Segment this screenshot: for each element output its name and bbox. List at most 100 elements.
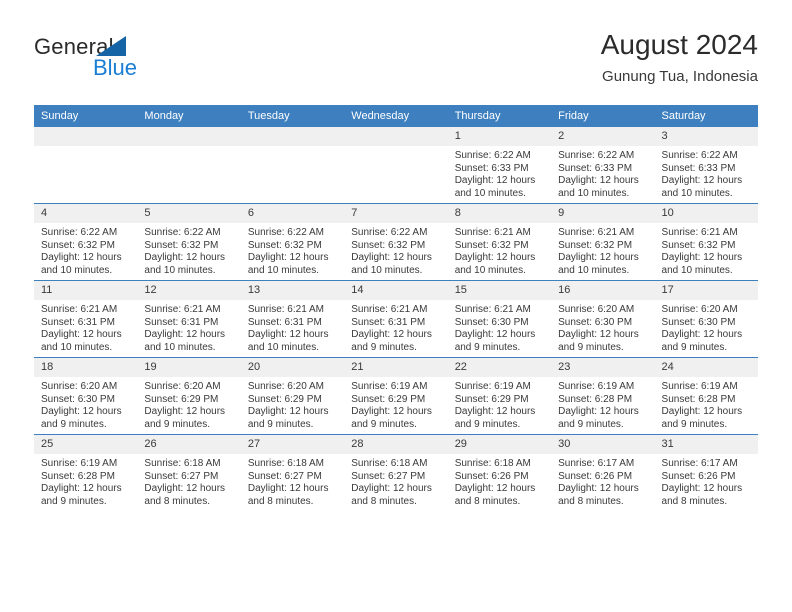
sunrise-text: Sunrise: 6:19 AM bbox=[41, 458, 118, 469]
calendar-grid: Sunday Monday Tuesday Wednesday Thursday Frid… bbox=[34, 105, 758, 511]
general-blue-logo[interactable]: General Blue bbox=[34, 34, 234, 90]
sunrise-text: Sunrise: 6:19 AM bbox=[661, 381, 738, 392]
daylight-text: Daylight: 12 hours and 10 minutes. bbox=[661, 252, 743, 276]
sunset-text: Sunset: 6:29 PM bbox=[454, 393, 529, 405]
weekday-header-thursday: Thursday bbox=[447, 105, 552, 127]
daylight-text: Daylight: 12 hours and 8 minutes. bbox=[661, 483, 743, 507]
sunrise-text: Sunrise: 6:22 AM bbox=[351, 227, 428, 238]
sunset-text: Sunset: 6:32 PM bbox=[144, 239, 219, 251]
daylight-text: Daylight: 12 hours and 9 minutes. bbox=[454, 406, 536, 430]
sunrise-text: Sunrise: 6:20 AM bbox=[558, 304, 635, 315]
sunset-text: Sunset: 6:33 PM bbox=[661, 162, 736, 174]
day-number: 17 bbox=[654, 281, 758, 300]
calendar-week-row: 11 Sunrise: 6:21 AM Sunset: 6:31 PM Dayligh… bbox=[34, 280, 758, 358]
day-details: Sunrise: 6:21 AM Sunset: 6:32 PM Daylight:… bbox=[655, 223, 758, 277]
calendar-day-cell[interactable]: 2 Sunrise: 6:22 AM Sunset: 6:33 PM Daylight… bbox=[551, 127, 655, 204]
calendar-day-cell[interactable]: 20 Sunrise: 6:20 AM Sunset: 6:29 PM Dayligh… bbox=[240, 357, 345, 435]
day-number: 2 bbox=[551, 127, 655, 146]
day-details: Sunrise: 6:20 AM Sunset: 6:30 PM Daylight:… bbox=[34, 377, 137, 431]
calendar-day-cell[interactable]: 29 Sunrise: 6:18 AM Sunset: 6:26 PM Dayligh… bbox=[447, 434, 552, 511]
sunrise-text: Sunrise: 6:22 AM bbox=[661, 150, 738, 161]
day-details: Sunrise: 6:19 AM Sunset: 6:28 PM Daylight:… bbox=[34, 454, 137, 508]
calendar-day-cell[interactable]: 17 Sunrise: 6:20 AM Sunset: 6:30 PM Dayligh… bbox=[654, 280, 758, 358]
day-number: 19 bbox=[137, 358, 241, 377]
sunrise-text: Sunrise: 6:21 AM bbox=[247, 304, 324, 315]
day-number: 21 bbox=[344, 358, 448, 377]
calendar-day-cell[interactable]: 9 Sunrise: 6:21 AM Sunset: 6:32 PM Daylight… bbox=[551, 203, 655, 281]
sunrise-text: Sunrise: 6:18 AM bbox=[247, 458, 324, 469]
calendar-day-cell[interactable]: 30 Sunrise: 6:17 AM Sunset: 6:26 PM Dayligh… bbox=[551, 434, 655, 511]
day-number: 7 bbox=[344, 204, 448, 223]
sunset-text: Sunset: 6:31 PM bbox=[351, 316, 426, 328]
sunrise-text: Sunrise: 6:18 AM bbox=[351, 458, 428, 469]
sunset-text: Sunset: 6:28 PM bbox=[661, 393, 736, 405]
calendar-day-cell[interactable]: 27 Sunrise: 6:18 AM Sunset: 6:27 PM Dayligh… bbox=[240, 434, 345, 511]
day-details: Sunrise: 6:22 AM Sunset: 6:33 PM Daylight:… bbox=[551, 146, 654, 200]
calendar-day-cell[interactable]: 6 Sunrise: 6:22 AM Sunset: 6:32 PM Daylight… bbox=[240, 203, 345, 281]
calendar-week-row: 18 Sunrise: 6:20 AM Sunset: 6:30 PM Dayligh… bbox=[34, 357, 758, 435]
weekday-header-row: Sunday Monday Tuesday Wednesday Thursday Frid… bbox=[34, 105, 758, 127]
calendar-day-cell[interactable]: 16 Sunrise: 6:20 AM Sunset: 6:30 PM Dayligh… bbox=[551, 280, 655, 358]
day-details: Sunrise: 6:21 AM Sunset: 6:32 PM Daylight:… bbox=[551, 223, 654, 277]
sunrise-text: Sunrise: 6:21 AM bbox=[454, 304, 531, 315]
day-number: 16 bbox=[551, 281, 655, 300]
calendar-day-cell[interactable]: 3 Sunrise: 6:22 AM Sunset: 6:33 PM Daylight… bbox=[654, 127, 758, 204]
calendar-day-cell[interactable]: 26 Sunrise: 6:18 AM Sunset: 6:27 PM Dayligh… bbox=[137, 434, 241, 511]
calendar-day-cell[interactable]: 25 Sunrise: 6:19 AM Sunset: 6:28 PM Dayligh… bbox=[34, 434, 138, 511]
day-details: Sunrise: 6:22 AM Sunset: 6:32 PM Daylight:… bbox=[241, 223, 344, 277]
calendar-week-row: 4 Sunrise: 6:22 AM Sunset: 6:32 PM Daylight… bbox=[34, 203, 758, 281]
calendar-day-cell[interactable]: 24 Sunrise: 6:19 AM Sunset: 6:28 PM Dayligh… bbox=[654, 357, 758, 435]
calendar-day-cell[interactable]: 28 Sunrise: 6:18 AM Sunset: 6:27 PM Dayligh… bbox=[344, 434, 448, 511]
daylight-text: Daylight: 12 hours and 8 minutes. bbox=[454, 483, 536, 507]
page-title: August 2024 bbox=[600, 29, 758, 60]
calendar-week-row: 1 Sunrise: 6:22 AM Sunset: 6:33 PM Daylight… bbox=[34, 127, 758, 204]
sunrise-text: Sunrise: 6:21 AM bbox=[661, 227, 738, 238]
day-number: 26 bbox=[137, 435, 241, 454]
day-number: 1 bbox=[447, 127, 552, 146]
calendar-day-cell[interactable]: 19 Sunrise: 6:20 AM Sunset: 6:29 PM Dayligh… bbox=[137, 357, 241, 435]
daylight-text: Daylight: 12 hours and 9 minutes. bbox=[144, 406, 226, 430]
sunrise-text: Sunrise: 6:22 AM bbox=[558, 150, 635, 161]
calendar-day-cell[interactable]: 15 Sunrise: 6:21 AM Sunset: 6:30 PM Dayligh… bbox=[447, 280, 552, 358]
day-number: 30 bbox=[551, 435, 655, 454]
day-details: Sunrise: 6:20 AM Sunset: 6:30 PM Daylight:… bbox=[551, 300, 654, 354]
day-details: Sunrise: 6:17 AM Sunset: 6:26 PM Daylight:… bbox=[655, 454, 758, 508]
sunrise-text: Sunrise: 6:20 AM bbox=[247, 381, 324, 392]
sunset-text: Sunset: 6:30 PM bbox=[661, 316, 736, 328]
day-details: Sunrise: 6:19 AM Sunset: 6:28 PM Daylight:… bbox=[655, 377, 758, 431]
day-details: Sunrise: 6:20 AM Sunset: 6:29 PM Daylight:… bbox=[241, 377, 344, 431]
day-number: 14 bbox=[344, 281, 448, 300]
day-number: 23 bbox=[551, 358, 655, 377]
calendar-day-cell[interactable]: 8 Sunrise: 6:21 AM Sunset: 6:32 PM Daylight… bbox=[447, 203, 552, 281]
day-details: Sunrise: 6:18 AM Sunset: 6:26 PM Daylight:… bbox=[448, 454, 551, 508]
day-number: 31 bbox=[654, 435, 758, 454]
calendar-day-cell[interactable]: 12 Sunrise: 6:21 AM Sunset: 6:31 PM Dayligh… bbox=[137, 280, 241, 358]
sunrise-text: Sunrise: 6:20 AM bbox=[41, 381, 118, 392]
daylight-text: Daylight: 12 hours and 9 minutes. bbox=[247, 406, 329, 430]
calendar-day-cell[interactable]: 13 Sunrise: 6:21 AM Sunset: 6:31 PM Dayligh… bbox=[240, 280, 345, 358]
sunset-text: Sunset: 6:28 PM bbox=[558, 393, 633, 405]
calendar-day-cell[interactable]: 1 Sunrise: 6:22 AM Sunset: 6:33 PM Daylight… bbox=[447, 127, 552, 204]
calendar-day-cell[interactable]: 4 Sunrise: 6:22 AM Sunset: 6:32 PM Daylight… bbox=[34, 203, 138, 281]
day-number: 15 bbox=[447, 281, 552, 300]
calendar-day-cell[interactable]: 18 Sunrise: 6:20 AM Sunset: 6:30 PM Dayligh… bbox=[34, 357, 138, 435]
sunset-text: Sunset: 6:32 PM bbox=[661, 239, 736, 251]
day-number: 4 bbox=[34, 204, 138, 223]
day-details: Sunrise: 6:19 AM Sunset: 6:28 PM Daylight:… bbox=[551, 377, 654, 431]
day-number: 6 bbox=[240, 204, 345, 223]
calendar-day-cell[interactable]: 14 Sunrise: 6:21 AM Sunset: 6:31 PM Dayligh… bbox=[344, 280, 448, 358]
calendar-day-cell[interactable]: 11 Sunrise: 6:21 AM Sunset: 6:31 PM Dayligh… bbox=[34, 280, 138, 358]
calendar-day-cell[interactable]: 21 Sunrise: 6:19 AM Sunset: 6:29 PM Dayligh… bbox=[344, 357, 448, 435]
calendar-day-cell[interactable]: 10 Sunrise: 6:21 AM Sunset: 6:32 PM Dayligh… bbox=[654, 203, 758, 281]
calendar-day-cell[interactable]: 31 Sunrise: 6:17 AM Sunset: 6:26 PM Dayligh… bbox=[654, 434, 758, 511]
calendar-day-cell[interactable]: 22 Sunrise: 6:19 AM Sunset: 6:29 PM Dayligh… bbox=[447, 357, 552, 435]
day-number: 28 bbox=[344, 435, 448, 454]
weekday-header-sunday: Sunday bbox=[34, 105, 138, 127]
day-details: Sunrise: 6:21 AM Sunset: 6:30 PM Daylight:… bbox=[448, 300, 551, 354]
calendar-day-cell[interactable]: 23 Sunrise: 6:19 AM Sunset: 6:28 PM Dayligh… bbox=[551, 357, 655, 435]
day-number: 18 bbox=[34, 358, 138, 377]
sunset-text: Sunset: 6:27 PM bbox=[144, 470, 219, 482]
calendar-day-cell[interactable]: 7 Sunrise: 6:22 AM Sunset: 6:32 PM Daylight… bbox=[344, 203, 448, 281]
calendar-day-cell[interactable]: 5 Sunrise: 6:22 AM Sunset: 6:32 PM Daylight… bbox=[137, 203, 241, 281]
daylight-text: Daylight: 12 hours and 9 minutes. bbox=[41, 406, 122, 430]
